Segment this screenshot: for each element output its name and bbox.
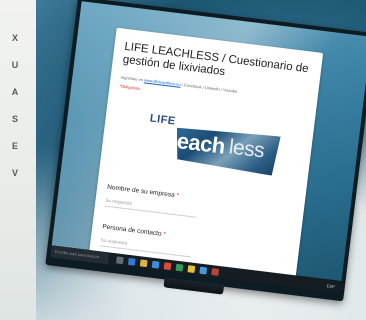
logo-less-text: less <box>227 135 266 163</box>
store-icon[interactable] <box>151 260 160 269</box>
edge-browser-icon[interactable] <box>127 257 136 266</box>
required-asterisk: * <box>162 230 167 239</box>
required-note: *Obligatorio <box>119 83 141 92</box>
company-name-input[interactable]: Su respuesta <box>104 195 198 218</box>
letter: X <box>11 33 18 43</box>
vertical-letters: X U A S E V <box>8 34 22 178</box>
website-link[interactable]: www.lifeleachless.eu <box>144 77 181 86</box>
task-view-icon[interactable] <box>116 255 124 264</box>
monitor: LIFE LEACHLESS / Cuestionario de gestión… <box>44 0 366 311</box>
letter: S <box>11 114 18 124</box>
question-text: Persona de contacto <box>101 223 162 238</box>
app-icon[interactable] <box>175 263 184 272</box>
system-tray[interactable]: ESP <box>327 283 336 289</box>
app-icon[interactable] <box>211 267 220 276</box>
letter: E <box>11 141 18 151</box>
app-icon[interactable] <box>187 264 196 273</box>
letter: U <box>11 60 19 70</box>
meta-prefix: regístrate en <box>120 74 144 83</box>
required-asterisk: * <box>175 192 180 200</box>
app-icon[interactable] <box>199 266 208 274</box>
file-explorer-icon[interactable] <box>139 258 148 267</box>
google-form-page: LIFE LEACHLESS / Cuestionario de gestión… <box>89 27 324 278</box>
photo-scene: X U A S E V LIFE LEACHLESS / Cuestionari… <box>0 0 366 320</box>
letter: A <box>11 87 19 97</box>
logo-life-text: LIFE <box>149 112 177 128</box>
app-icon[interactable] <box>163 261 172 270</box>
leachless-logo: LIFE leach less <box>138 108 285 187</box>
left-strip: X U A S E V <box>0 0 36 320</box>
letter: V <box>11 168 18 178</box>
meta-suffix: / Facebook / Linkedin / Youtube <box>181 82 238 94</box>
